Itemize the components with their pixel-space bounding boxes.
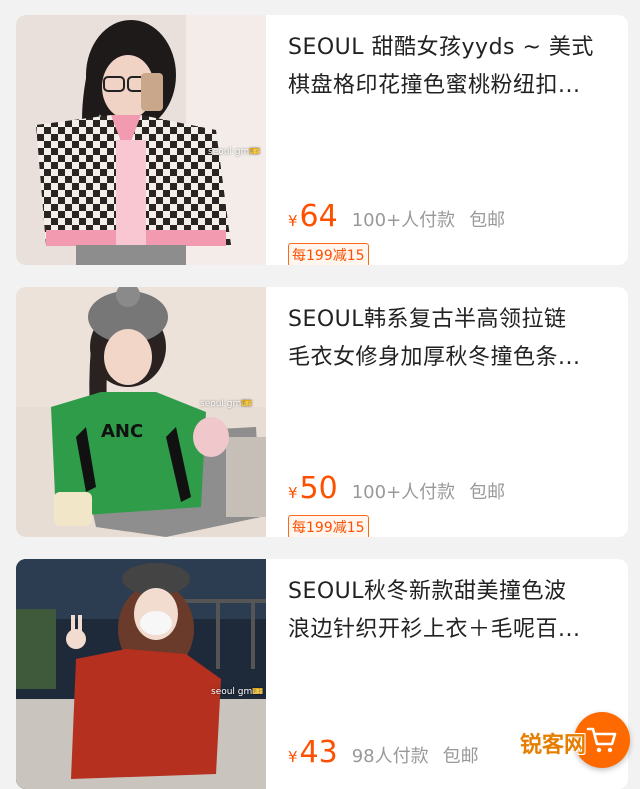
product-image[interactable]: seoul gm🎫: [16, 15, 266, 265]
title-line: 毛衣女修身加厚秋冬撞色条...: [288, 345, 581, 370]
shipping-label: 包邮: [442, 746, 479, 767]
svg-text:ANC: ANC: [101, 421, 143, 442]
title-line: SEOUL 甜酷女孩yyds ~ 美式: [288, 35, 594, 60]
title-line: 浪边针织开衫上衣＋毛呢百...: [288, 617, 581, 642]
currency-symbol: ¥: [288, 484, 298, 502]
product-price: 43: [299, 735, 338, 770]
product-info: SEOUL秋冬新款甜美撞色波 浪边针织开衫上衣＋毛呢百... ¥ 43 98人付…: [288, 573, 614, 770]
product-title[interactable]: SEOUL 甜酷女孩yyds ~ 美式 棋盘格印花撞色蜜桃粉纽扣...: [288, 29, 614, 105]
sales-count: 100+人付款: [351, 482, 456, 503]
product-price: 50: [299, 471, 338, 506]
coupon-badge: 每199减15: [288, 515, 369, 537]
product-info: SEOUL韩系复古半高领拉链 毛衣女修身加厚秋冬撞色条... ¥ 50 100+…: [288, 301, 614, 537]
sales-count: 98人付款: [351, 746, 429, 767]
product-image[interactable]: seoul gm🎫: [16, 559, 266, 789]
product-title[interactable]: SEOUL韩系复古半高领拉链 毛衣女修身加厚秋冬撞色条...: [288, 301, 614, 377]
site-watermark: 锐客网: [520, 733, 587, 758]
product-price: 64: [299, 199, 338, 234]
title-line: 棋盘格印花撞色蜜桃粉纽扣...: [288, 73, 581, 98]
product-card[interactable]: seoul gm🎫 SEOUL 甜酷女孩yyds ~ 美式 棋盘格印花撞色蜜桃粉…: [16, 15, 628, 265]
product-list: seoul gm🎫 SEOUL 甜酷女孩yyds ~ 美式 棋盘格印花撞色蜜桃粉…: [0, 0, 640, 789]
sales-count: 100+人付款: [351, 210, 456, 231]
product-image[interactable]: ANC seoul gm🎫: [16, 287, 266, 537]
product-card[interactable]: ANC seoul gm🎫 SEOUL韩系复古半高领拉链 毛衣女修身加厚秋冬撞色…: [16, 287, 628, 537]
title-line: SEOUL秋冬新款甜美撞色波: [288, 579, 567, 604]
product-title[interactable]: SEOUL秋冬新款甜美撞色波 浪边针织开衫上衣＋毛呢百...: [288, 573, 614, 649]
shipping-label: 包邮: [469, 482, 506, 503]
price-row: ¥ 43 98人付款 包邮: [288, 735, 479, 770]
price-row: ¥ 64 100+人付款 包邮: [288, 199, 505, 234]
shopping-cart-icon: [586, 727, 617, 753]
currency-symbol: ¥: [288, 748, 298, 766]
currency-symbol: ¥: [288, 212, 298, 230]
coupon-badge: 每199减15: [288, 243, 369, 265]
image-watermark: seoul gm🎫: [208, 147, 261, 157]
title-line: SEOUL韩系复古半高领拉链: [288, 307, 567, 332]
price-row: ¥ 50 100+人付款 包邮: [288, 471, 505, 506]
image-watermark: seoul gm🎫: [200, 399, 253, 409]
product-info: SEOUL 甜酷女孩yyds ~ 美式 棋盘格印花撞色蜜桃粉纽扣... ¥ 64…: [288, 29, 614, 265]
image-watermark: seoul gm🎫: [211, 687, 264, 697]
shipping-label: 包邮: [469, 210, 506, 231]
